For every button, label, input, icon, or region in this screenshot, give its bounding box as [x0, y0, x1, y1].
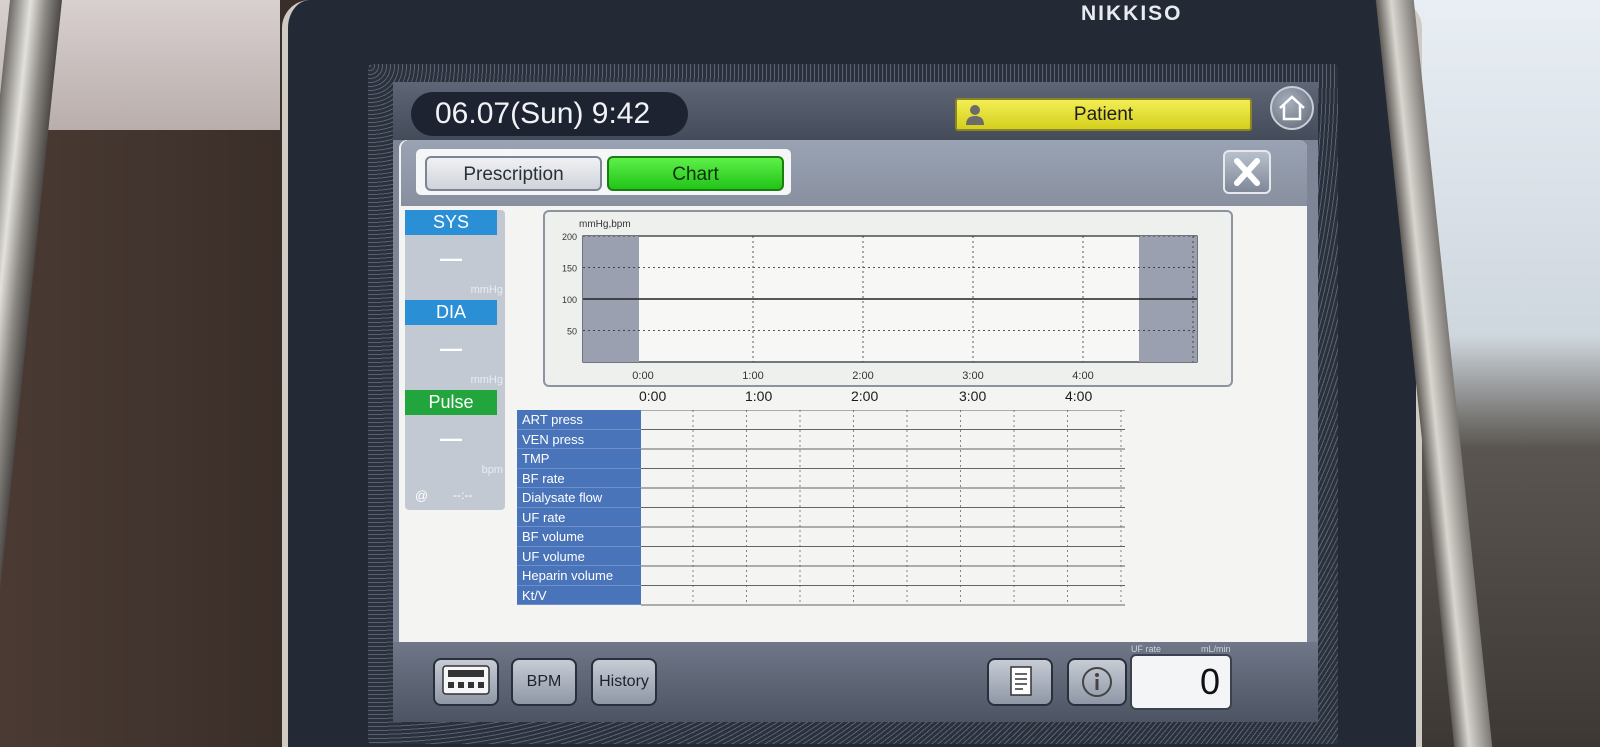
x-tick-label: 3:00 — [962, 370, 983, 382]
table-row-label: Dialysate flow — [517, 488, 641, 508]
y-tick-label: 200 — [562, 232, 577, 242]
tab-prescription[interactable]: Prescription — [425, 156, 602, 191]
dia-label: DIA — [405, 300, 497, 325]
time-header: 3:00 — [959, 388, 987, 404]
pulse-unit: bpm — [481, 464, 503, 476]
vitals-panel: SYS — mmHg DIA — mmHg Pulse — bpm @ --:-… — [405, 210, 505, 510]
table-row-label: ART press — [517, 410, 641, 430]
x-tick-label: 2:00 — [852, 370, 873, 382]
time-header: 4:00 — [1065, 388, 1093, 404]
at-symbol: @ — [415, 488, 429, 503]
y-tick-label: 100 — [562, 295, 577, 305]
tab-chart[interactable]: Chart — [607, 156, 784, 191]
home-button[interactable] — [1270, 86, 1314, 130]
table-row-label: TMP — [517, 449, 641, 469]
document-button[interactable] — [987, 658, 1053, 706]
pulse-label: Pulse — [405, 390, 497, 415]
touch-screen: 06.07(Sun) 9:42 Patient Prescription Cha… — [393, 82, 1318, 722]
time-header: 2:00 — [851, 388, 879, 404]
time-header: 1:00 — [745, 388, 773, 404]
sys-unit: mmHg — [470, 284, 503, 296]
info-button[interactable] — [1067, 658, 1127, 706]
home-icon — [1279, 95, 1305, 121]
trend-chart: 200 150 100 50 mmHg,bpm 0:00 1:00 2:00 3:00 4:00 — [543, 210, 1233, 387]
machine-status-button[interactable] — [433, 658, 499, 706]
counter-caption-right: mL/min — [1201, 644, 1231, 654]
table-row-label: UF rate — [517, 507, 641, 527]
chart-panel: Prescription Chart SYS — mmHg DIA — mmHg… — [399, 140, 1307, 702]
close-icon — [1234, 158, 1260, 186]
table-row-label: Heparin volume — [517, 566, 641, 586]
dia-unit: mmHg — [470, 374, 503, 386]
y-tick-label: 150 — [562, 264, 577, 274]
table-row-label: Kt/V — [517, 585, 641, 605]
history-button[interactable]: History — [591, 658, 657, 706]
y-tick-label: 50 — [567, 327, 577, 337]
datetime-display: 06.07(Sun) 9:42 — [411, 92, 688, 136]
pulse-value: — — [440, 426, 462, 451]
info-icon — [1082, 667, 1112, 697]
tab-group: Prescription Chart — [416, 149, 791, 195]
dia-value: — — [440, 336, 462, 361]
table-row-label: BF rate — [517, 468, 641, 488]
keypad-icon — [442, 665, 490, 695]
x-tick-label: 0:00 — [632, 370, 653, 382]
patient-label: Patient — [1073, 104, 1134, 125]
sys-label: SYS — [405, 210, 497, 235]
x-tick-label: 1:00 — [742, 370, 763, 382]
counter-caption-left: UF rate — [1131, 644, 1162, 654]
top-bar: 06.07(Sun) 9:42 Patient — [393, 82, 1318, 140]
person-icon — [966, 105, 984, 125]
patient-button[interactable]: Patient — [955, 98, 1252, 131]
measure-time: --:-- — [453, 488, 473, 502]
table-row-label: UF volume — [517, 546, 641, 566]
counter-display: 0 — [1130, 654, 1232, 710]
parameter-table: ART press VEN press TMP BF rate Dialysate fl… — [517, 410, 1127, 610]
y-axis-label: mmHg,bpm — [579, 219, 631, 230]
trend-chart-svg: 200 150 100 50 mmHg,bpm 0:00 1:00 2:00 3:00 4:00 — [562, 219, 1198, 382]
sys-value: — — [440, 246, 462, 271]
document-icon — [1010, 666, 1032, 696]
bottom-bar: BPM History UF rate mL/min 0 — [393, 642, 1318, 722]
tab-bar: Prescription Chart — [401, 140, 1307, 206]
close-button[interactable] — [1223, 150, 1271, 194]
table-row-label: VEN press — [517, 429, 641, 449]
time-header: 0:00 — [639, 388, 667, 404]
table-row-label: BF volume — [517, 527, 641, 547]
x-tick-label: 4:00 — [1072, 370, 1093, 382]
brand-logo: NIKKISO — [1081, 2, 1183, 25]
bpm-button[interactable]: BPM — [511, 658, 577, 706]
